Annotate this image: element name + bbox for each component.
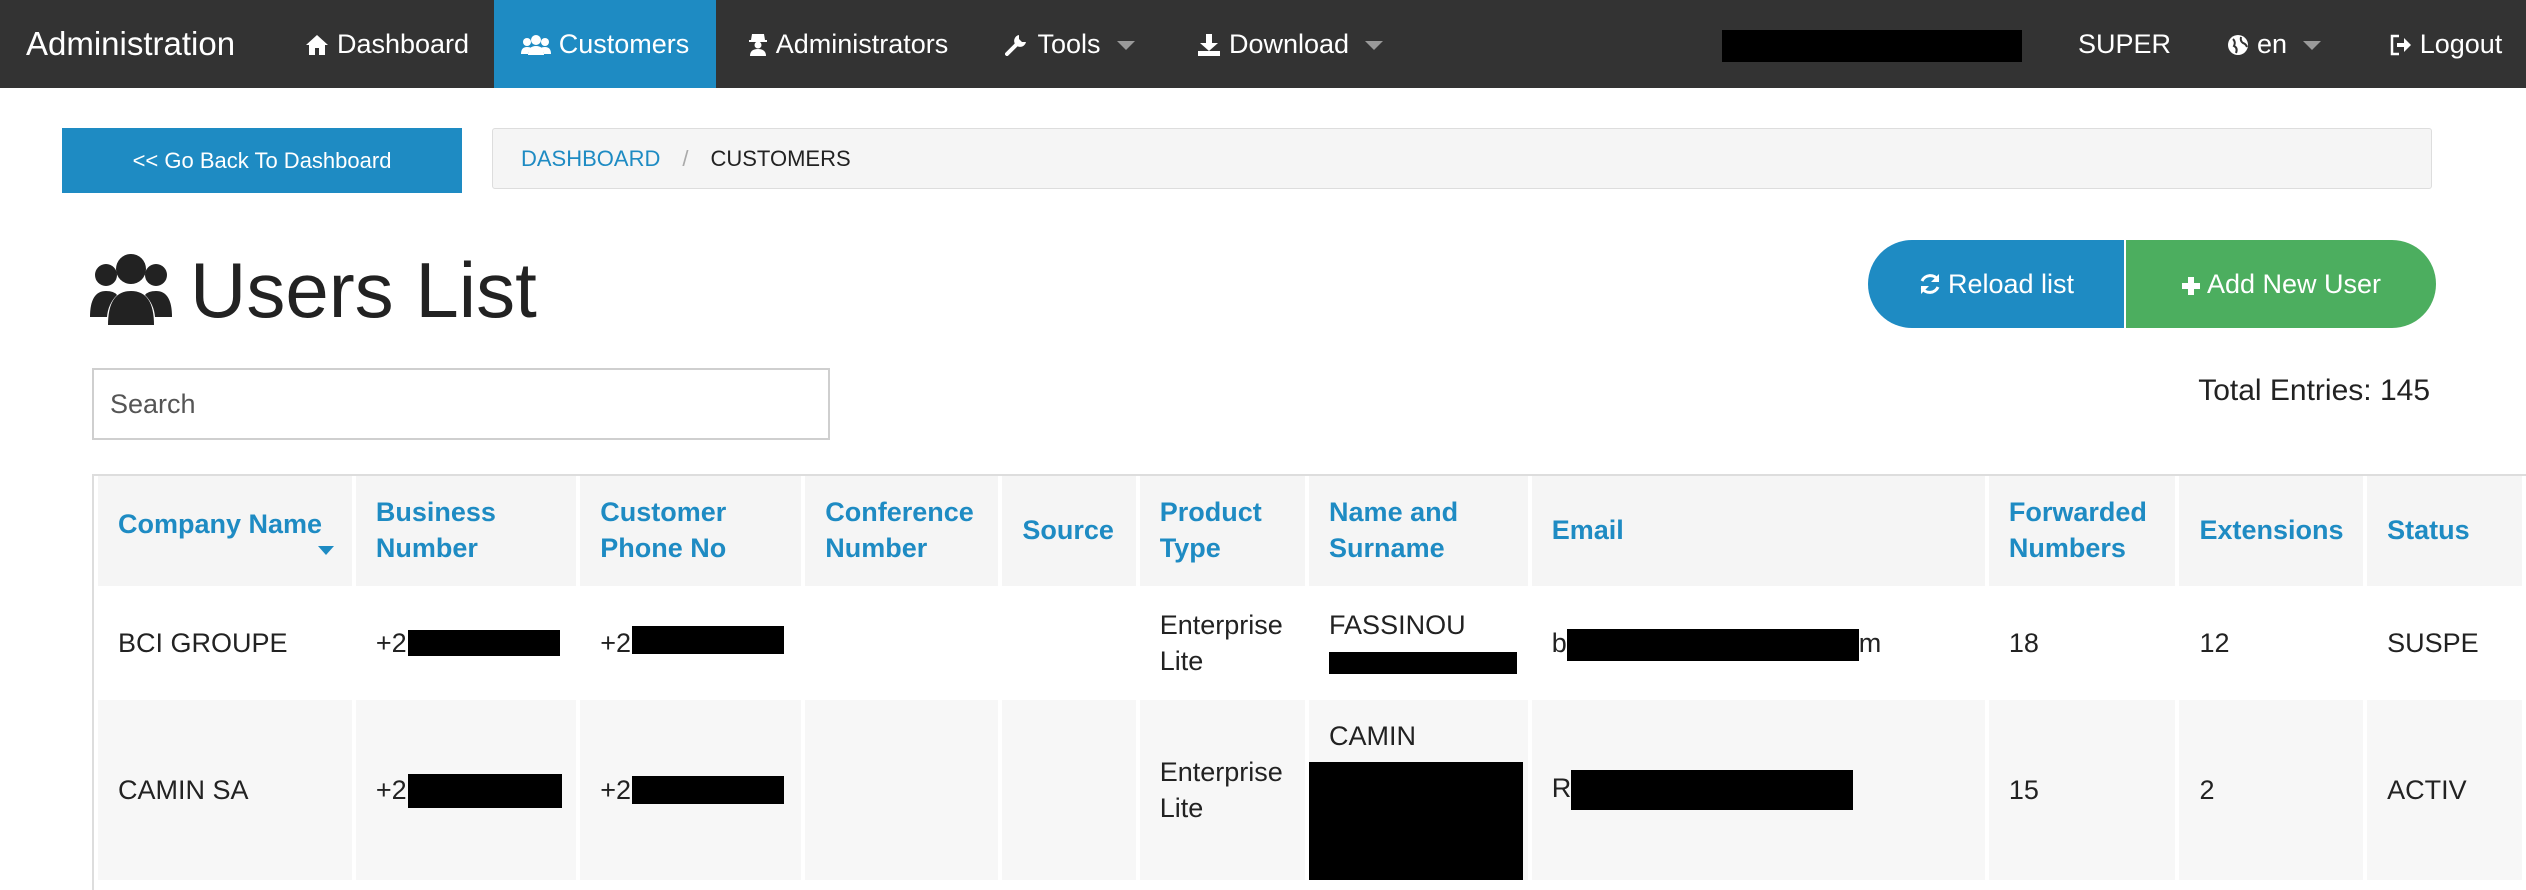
redacted-value: [632, 626, 785, 654]
cell-name-text: FASSINOU: [1329, 610, 1466, 640]
logout-label: Logout: [2419, 29, 2503, 59]
cell-name: FASSINOU: [1309, 586, 1528, 700]
plus-icon: [2181, 277, 2200, 295]
search-input[interactable]: [92, 368, 830, 440]
column-header-product-type[interactable]: Product Type: [1139, 476, 1306, 586]
cell-product-type: Enterprise Lite: [1139, 700, 1306, 880]
column-header-business-number[interactable]: Business Number: [355, 476, 577, 586]
user-role[interactable]: SUPER: [2078, 0, 2171, 88]
nav-tools[interactable]: Tools: [990, 0, 1150, 88]
redacted-value: [1309, 762, 1524, 880]
globe-icon: [2227, 35, 2248, 55]
cell-name-text: CAMIN: [1329, 721, 1417, 751]
table-row[interactable]: BCI GROUPE +22 +22 Enterprise Lite FASSI…: [98, 586, 2522, 700]
cell-extensions: 2: [2179, 700, 2364, 880]
cell-business-number: +22: [355, 700, 577, 880]
cell-forwarded: 15: [1988, 700, 2176, 880]
cell-phone: +22: [580, 700, 802, 880]
column-header-source[interactable]: Source: [1002, 476, 1136, 586]
redacted-value: [1329, 651, 1518, 674]
cell-conference: [805, 700, 999, 880]
language-selector[interactable]: en: [2222, 0, 2326, 88]
sort-desc-icon: [318, 545, 334, 555]
breadcrumb-current: CUSTOMERS: [710, 146, 851, 171]
go-back-to-dashboard-button[interactable]: << Go Back To Dashboard: [62, 128, 462, 193]
top-navbar: Administration Dashboard Customers Admin…: [0, 0, 2526, 88]
redacted-value: [1571, 770, 1854, 810]
users-icon: [90, 254, 172, 325]
redacted-username: [1722, 30, 2022, 62]
cell-email-start: R: [1551, 773, 1572, 804]
column-header-company-name-label: Company Name: [118, 508, 323, 539]
cell-product-type: Enterprise Lite: [1139, 586, 1306, 700]
redacted-value: [1566, 628, 1859, 661]
cell-email: R: [1531, 700, 1985, 880]
redacted-value: [632, 776, 785, 804]
page-title-text: Users List: [190, 246, 537, 334]
nav-download-label: Download: [1228, 29, 1350, 59]
redacted-value: [407, 774, 562, 808]
page-title: Users List: [90, 248, 537, 332]
sign-out-icon: [2390, 34, 2411, 56]
table-header-row: Company Name Business Number Customer Ph…: [98, 476, 2522, 586]
nav-download[interactable]: Download: [1180, 0, 1400, 88]
user-secret-icon: [748, 34, 767, 56]
column-header-conference-number[interactable]: Conference Number: [805, 476, 999, 586]
nav-customers-label: Customers: [558, 29, 690, 59]
download-icon: [1197, 34, 1220, 56]
cell-status: SUSPE: [2367, 586, 2522, 700]
total-entries: Total Entries: 145: [2198, 374, 2430, 407]
home-icon: [305, 35, 328, 55]
nav-dashboard-label: Dashboard: [336, 29, 470, 59]
breadcrumb-separator: /: [682, 146, 689, 171]
column-header-name-surname[interactable]: Name and Surname: [1309, 476, 1528, 586]
add-new-user-button[interactable]: Add New User: [2126, 240, 2436, 328]
add-new-user-label: Add New User: [2206, 269, 2382, 299]
logout-button[interactable]: Logout: [2376, 0, 2516, 88]
cell-phone: +22: [580, 586, 802, 700]
cell-forwarded: 18: [1988, 586, 2176, 700]
reload-list-label: Reload list: [1947, 269, 2075, 299]
cell-status: ACTIV: [2367, 700, 2522, 880]
cell-company: CAMIN SA: [98, 700, 352, 880]
breadcrumb: DASHBOARD / CUSTOMERS: [492, 128, 2432, 189]
column-header-email[interactable]: Email: [1531, 476, 1985, 586]
nav-administrators-label: Administrators: [775, 29, 949, 59]
language-label: en: [2256, 29, 2288, 59]
nav-customers[interactable]: Customers: [494, 0, 716, 88]
cell-email-start: b: [1551, 628, 1567, 658]
reload-list-button[interactable]: Reload list: [1868, 240, 2124, 328]
users-table: Company Name Business Number Customer Ph…: [94, 476, 2526, 880]
column-header-customer-phone[interactable]: Customer Phone No: [580, 476, 802, 586]
users-icon: [520, 35, 551, 55]
redacted-value: [407, 630, 560, 656]
users-table-container: Company Name Business Number Customer Ph…: [92, 474, 2526, 890]
nav-tools-label: Tools: [1037, 29, 1101, 59]
chevron-down-icon: [1365, 41, 1384, 51]
nav-administrators[interactable]: Administrators: [732, 0, 964, 88]
cell-email-end: m: [1858, 628, 1882, 658]
column-header-company-name[interactable]: Company Name: [98, 476, 352, 586]
breadcrumb-dashboard-link[interactable]: DASHBOARD: [521, 146, 660, 171]
cell-email: bm: [1531, 586, 1985, 700]
column-header-extensions[interactable]: Extensions: [2179, 476, 2364, 586]
chevron-down-icon: [2303, 41, 2322, 51]
cell-business-number: +22: [355, 586, 577, 700]
cell-company: BCI GROUPE: [98, 586, 352, 700]
cell-name: CAMIN: [1309, 700, 1528, 880]
refresh-icon: [1920, 274, 1940, 294]
brand-title[interactable]: Administration: [26, 0, 235, 88]
cell-source: [1002, 586, 1136, 700]
chevron-down-icon: [1116, 41, 1135, 51]
cell-extensions: 12: [2179, 586, 2364, 700]
cell-conference: [805, 586, 999, 700]
table-row[interactable]: CAMIN SA +22 +22 Enterprise Lite CAMIN R…: [98, 700, 2522, 880]
cell-source: [1002, 700, 1136, 880]
nav-dashboard[interactable]: Dashboard: [288, 0, 486, 88]
wrench-icon: [1005, 35, 1027, 56]
column-header-status[interactable]: Status: [2367, 476, 2522, 586]
column-header-forwarded-numbers[interactable]: Forwarded Numbers: [1988, 476, 2176, 586]
